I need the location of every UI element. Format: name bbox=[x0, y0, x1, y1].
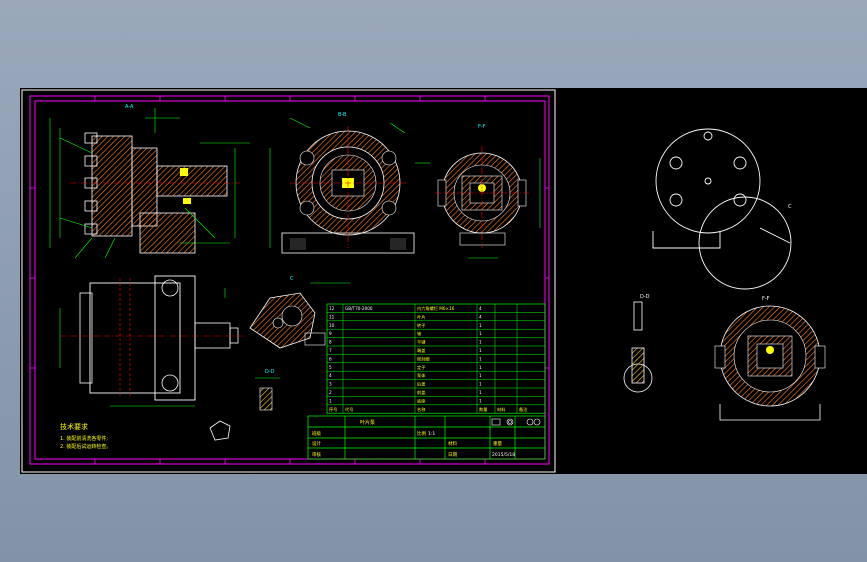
date-label: 日期 bbox=[448, 452, 457, 458]
bom-cell-name: 叶片 bbox=[417, 313, 425, 320]
bom-cell-no: 11 bbox=[329, 314, 335, 319]
bom-cell-no: 12 bbox=[329, 306, 335, 311]
section-label-dd: D-D bbox=[265, 369, 275, 375]
drawing-title: 叶片泵 bbox=[360, 419, 375, 426]
bom-cell-qty: 1 bbox=[479, 398, 482, 403]
bom-header-cell: 代号 bbox=[345, 406, 353, 413]
weight-label: 重量 bbox=[493, 440, 502, 447]
label-c-right: C bbox=[788, 204, 792, 210]
section-label-ff: F-F bbox=[478, 124, 486, 130]
designer-label: 设计 bbox=[312, 440, 321, 447]
section-label-c: C bbox=[290, 276, 294, 282]
bom-cell-name: 泵体 bbox=[417, 372, 426, 379]
tech-req-line-1: 1. 装配前清洗各零件; bbox=[60, 435, 108, 442]
section-label-bb: B-B bbox=[338, 112, 347, 118]
bom-cell-name: 密封圈 bbox=[417, 355, 430, 362]
bom-cell-name: 底座 bbox=[417, 397, 425, 404]
label-dd-right: D-D bbox=[640, 294, 650, 300]
label-ff-right: F-F bbox=[762, 296, 770, 302]
bom-cell-qty: 1 bbox=[479, 348, 482, 353]
model-space-right[interactable]: C D-D F-F bbox=[623, 128, 826, 421]
bom-cell-no: 6 bbox=[329, 356, 332, 361]
bom-cell-no: 4 bbox=[329, 373, 332, 378]
bom-cell-qty: 1 bbox=[479, 331, 482, 336]
bom-cell-code: GB/T70-2000 bbox=[345, 306, 373, 311]
cad-viewer: A-A B-B F-F C D-D 技术要求 1. 装配前清洗各零件; 2. 装… bbox=[0, 0, 867, 562]
bom-cell-name: 内六角螺钉 M6×16 bbox=[417, 305, 455, 312]
tech-req-line-2: 2. 装配后试运转检查。 bbox=[60, 443, 111, 450]
checker-label: 审核 bbox=[312, 451, 321, 458]
scale-value: 1:1 bbox=[428, 431, 435, 437]
tech-req-title: 技术要求 bbox=[60, 422, 88, 431]
bom-cell-qty: 1 bbox=[479, 356, 482, 361]
bom-cell-qty: 1 bbox=[479, 340, 482, 345]
bom-cell-no: 3 bbox=[329, 382, 332, 387]
date-value: 2015/5/18 bbox=[492, 452, 515, 458]
bom-cell-qty: 1 bbox=[479, 390, 482, 395]
bom-cell-qty: 4 bbox=[479, 306, 482, 311]
bom-cell-name: 前盖 bbox=[417, 389, 425, 396]
bom-header-cell: 数量 bbox=[479, 406, 487, 413]
bom-cell-no: 5 bbox=[329, 365, 332, 370]
bom-cell-name: 定子 bbox=[417, 364, 425, 371]
bom-cell-qty: 1 bbox=[479, 382, 482, 387]
bom-header-cell: 序号 bbox=[329, 406, 337, 413]
drawing-canvas[interactable]: A-A B-B F-F C D-D 技术要求 1. 装配前清洗各零件; 2. 装… bbox=[20, 88, 867, 474]
bom-cell-qty: 1 bbox=[479, 365, 482, 370]
bom-cell-no: 8 bbox=[329, 340, 332, 345]
bom-header-cell: 备注 bbox=[519, 406, 528, 413]
bom-cell-qty: 1 bbox=[479, 323, 482, 328]
bom-cell-no: 7 bbox=[329, 348, 332, 353]
bom-cell-name: 平键 bbox=[417, 339, 426, 346]
scale-label: 比例 bbox=[417, 430, 426, 437]
bom-cell-no: 9 bbox=[329, 331, 332, 336]
bom-cell-name: 轴 bbox=[417, 330, 421, 337]
section-label-aa: A-A bbox=[125, 104, 134, 110]
bom-cell-name: 后盖 bbox=[417, 381, 425, 388]
bom-header-cell: 名称 bbox=[417, 406, 425, 413]
bom-cell-no: 1 bbox=[329, 398, 332, 403]
bom-cell-name: 端盖 bbox=[417, 347, 425, 354]
bom-cell-name: 转子 bbox=[417, 322, 425, 329]
class-label: 班级 bbox=[312, 430, 321, 437]
materials-label: 材料 bbox=[448, 440, 457, 447]
bom-cell-no: 10 bbox=[329, 323, 335, 328]
bom-cell-qty: 1 bbox=[479, 373, 482, 378]
bom-cell-qty: 4 bbox=[479, 314, 482, 319]
bom-cell-no: 2 bbox=[329, 390, 332, 395]
bom-header-cell: 材料 bbox=[497, 406, 506, 413]
